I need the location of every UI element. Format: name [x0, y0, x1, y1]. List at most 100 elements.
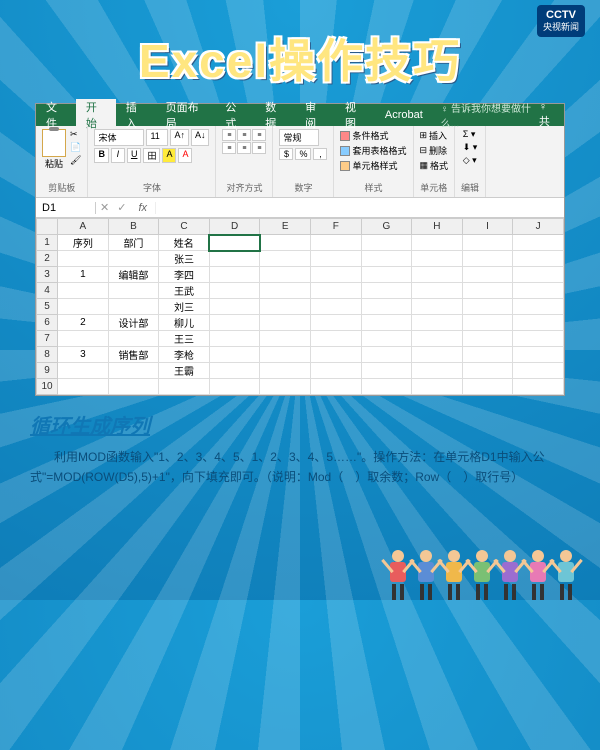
cancel-icon[interactable]: ✕	[96, 201, 113, 214]
cell-I10[interactable]	[462, 379, 513, 395]
insert-cells-button[interactable]: ⊞ 插入	[420, 129, 449, 142]
cell-A6[interactable]: 2	[58, 315, 109, 331]
cell-F4[interactable]	[310, 283, 361, 299]
currency-icon[interactable]: $	[279, 148, 293, 160]
cell-I3[interactable]	[462, 267, 513, 283]
cell-I8[interactable]	[462, 347, 513, 363]
cell-D8[interactable]	[209, 347, 260, 363]
cell-C2[interactable]: 张三	[159, 251, 210, 267]
conditional-format-button[interactable]: 条件格式	[340, 129, 406, 142]
cell-I7[interactable]	[462, 331, 513, 347]
cell-B8[interactable]: 销售部	[108, 347, 159, 363]
cell-C8[interactable]: 李枪	[159, 347, 210, 363]
cell-G4[interactable]	[361, 283, 412, 299]
cell-C7[interactable]: 王三	[159, 331, 210, 347]
cell-I2[interactable]	[462, 251, 513, 267]
col-header-J[interactable]: J	[513, 219, 564, 235]
cell-H5[interactable]	[412, 299, 463, 315]
font-name-select[interactable]: 宋体	[94, 129, 144, 146]
name-box[interactable]: D1	[36, 202, 96, 214]
row-header-1[interactable]: 1	[37, 235, 58, 251]
cell-style-button[interactable]: 单元格样式	[340, 159, 406, 172]
cell-H4[interactable]	[412, 283, 463, 299]
cell-D4[interactable]	[209, 283, 260, 299]
clear-icon[interactable]: ◇ ▾	[463, 155, 478, 166]
cell-E9[interactable]	[260, 363, 311, 379]
cell-D9[interactable]	[209, 363, 260, 379]
cell-C4[interactable]: 王武	[159, 283, 210, 299]
col-header-F[interactable]: F	[310, 219, 361, 235]
align-right-icon[interactable]: ≡	[252, 142, 266, 154]
align-top-icon[interactable]: ≡	[222, 129, 236, 141]
fill-icon[interactable]: ⬇ ▾	[463, 142, 478, 153]
row-header-6[interactable]: 6	[37, 315, 58, 331]
cell-F6[interactable]	[310, 315, 361, 331]
align-middle-icon[interactable]: ≡	[237, 129, 251, 141]
cell-A3[interactable]: 1	[58, 267, 109, 283]
cell-H9[interactable]	[412, 363, 463, 379]
cell-H1[interactable]	[412, 235, 463, 251]
bold-button[interactable]: B	[94, 148, 109, 163]
cell-A8[interactable]: 3	[58, 347, 109, 363]
cut-icon[interactable]: ✂	[70, 129, 81, 140]
cell-G10[interactable]	[361, 379, 412, 395]
cell-D6[interactable]	[209, 315, 260, 331]
share-button[interactable]: ♀ 共	[539, 101, 564, 129]
comma-icon[interactable]: ,	[313, 148, 327, 160]
enter-icon[interactable]: ✓	[113, 201, 130, 214]
row-header-3[interactable]: 3	[37, 267, 58, 283]
cell-J6[interactable]	[513, 315, 564, 331]
sum-icon[interactable]: Σ ▾	[463, 129, 478, 140]
cell-B6[interactable]: 设计部	[108, 315, 159, 331]
row-header-7[interactable]: 7	[37, 331, 58, 347]
cell-J5[interactable]	[513, 299, 564, 315]
cell-F8[interactable]	[310, 347, 361, 363]
paste-button[interactable]: 粘贴	[42, 129, 66, 170]
cell-H3[interactable]	[412, 267, 463, 283]
row-header-2[interactable]: 2	[37, 251, 58, 267]
cell-H7[interactable]	[412, 331, 463, 347]
number-format-select[interactable]: 常规	[279, 129, 319, 146]
cell-F7[interactable]	[310, 331, 361, 347]
col-header-E[interactable]: E	[260, 219, 311, 235]
cell-J7[interactable]	[513, 331, 564, 347]
cell-H8[interactable]	[412, 347, 463, 363]
row-header-4[interactable]: 4	[37, 283, 58, 299]
copy-icon[interactable]: 📄	[70, 142, 81, 153]
tab-acrobat[interactable]: Acrobat	[375, 109, 433, 121]
percent-icon[interactable]: %	[295, 148, 311, 160]
cell-J3[interactable]	[513, 267, 564, 283]
cell-G8[interactable]	[361, 347, 412, 363]
align-left-icon[interactable]: ≡	[222, 142, 236, 154]
row-header-8[interactable]: 8	[37, 347, 58, 363]
cell-D2[interactable]	[209, 251, 260, 267]
cell-F9[interactable]	[310, 363, 361, 379]
cell-D1[interactable]	[209, 235, 260, 251]
cell-H2[interactable]	[412, 251, 463, 267]
row-header-10[interactable]: 10	[37, 379, 58, 395]
align-bottom-icon[interactable]: ≡	[252, 129, 266, 141]
delete-cells-button[interactable]: ⊟ 删除	[420, 144, 449, 157]
cell-D7[interactable]	[209, 331, 260, 347]
cell-B9[interactable]	[108, 363, 159, 379]
cell-G6[interactable]	[361, 315, 412, 331]
cell-E6[interactable]	[260, 315, 311, 331]
cell-J10[interactable]	[513, 379, 564, 395]
cell-F2[interactable]	[310, 251, 361, 267]
cell-B5[interactable]	[108, 299, 159, 315]
cell-F5[interactable]	[310, 299, 361, 315]
col-header-G[interactable]: G	[361, 219, 412, 235]
cell-I6[interactable]	[462, 315, 513, 331]
cell-A2[interactable]	[58, 251, 109, 267]
cell-I5[interactable]	[462, 299, 513, 315]
cell-I4[interactable]	[462, 283, 513, 299]
cell-G5[interactable]	[361, 299, 412, 315]
cell-E4[interactable]	[260, 283, 311, 299]
cell-C9[interactable]: 王霸	[159, 363, 210, 379]
cell-E10[interactable]	[260, 379, 311, 395]
cell-E5[interactable]	[260, 299, 311, 315]
cell-A10[interactable]	[58, 379, 109, 395]
cell-J1[interactable]	[513, 235, 564, 251]
row-header-9[interactable]: 9	[37, 363, 58, 379]
cell-A9[interactable]	[58, 363, 109, 379]
